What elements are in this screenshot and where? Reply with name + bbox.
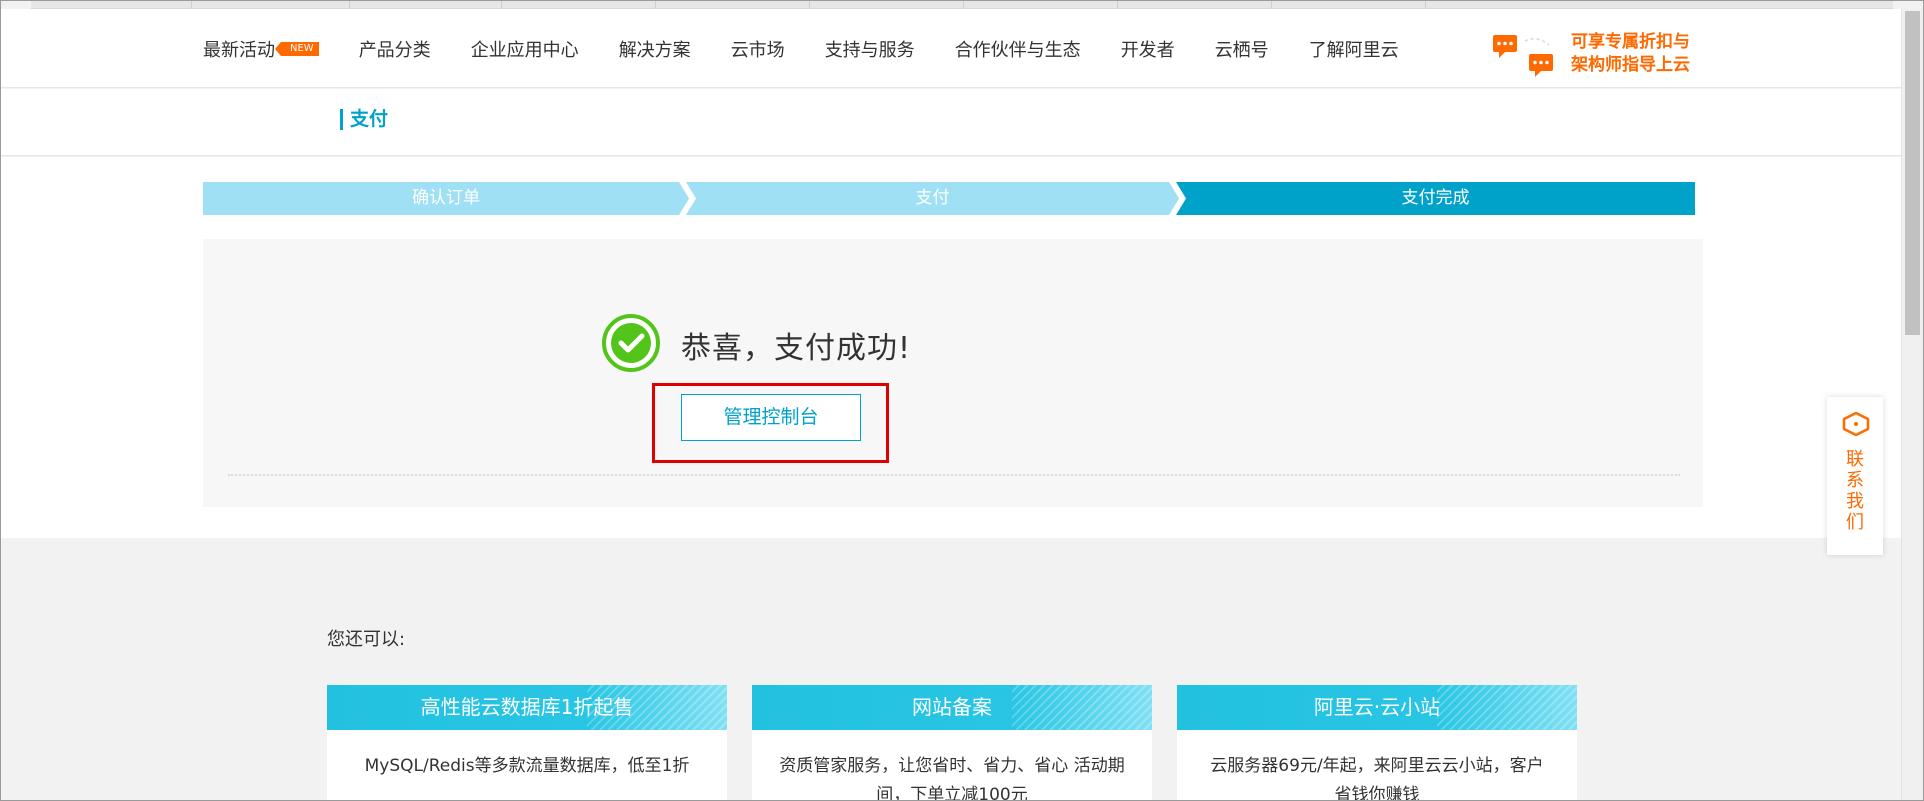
site-header: 最新活动 NEW 产品分类 企业应用中心 解决方案 云市场 支持与服务 合作伙伴… bbox=[1, 9, 1901, 88]
recommend-card-database[interactable]: 高性能云数据库1折起售 MySQL/Redis等多款流量数据库，低至1折 bbox=[327, 685, 727, 800]
nav-item-enterprise-apps[interactable]: 企业应用中心 bbox=[471, 36, 579, 62]
nav-item-yunqi[interactable]: 云栖号 bbox=[1215, 36, 1269, 62]
dotted-divider bbox=[228, 474, 1680, 476]
recommend-card-yunxiaozhan[interactable]: 阿里云·云小站 云服务器69元/年起，来阿里云云小站，客户省钱你赚钱 bbox=[1177, 685, 1577, 801]
card-description: 资质管家服务，让您省时、省力、省心 活动期间，下单立减100元 bbox=[779, 756, 1125, 801]
new-badge: NEW bbox=[275, 41, 319, 56]
nav-item-label: 云市场 bbox=[730, 39, 785, 61]
nav-item-products[interactable]: 产品分类 bbox=[359, 36, 431, 62]
success-message: 恭喜，支付成功! bbox=[681, 331, 912, 366]
nav-item-label: 解决方案 bbox=[618, 39, 691, 61]
nav-item-label: 了解阿里云 bbox=[1308, 39, 1399, 61]
nav-item-label: 开发者 bbox=[1120, 39, 1175, 61]
contact-us-float[interactable]: 联系我们 bbox=[1827, 397, 1883, 555]
card-title: 高性能云数据库1折起售 bbox=[327, 685, 727, 730]
nav-item-cloud-market[interactable]: 云市场 bbox=[731, 36, 785, 62]
success-check-icon bbox=[602, 314, 660, 372]
page-title: 支付 bbox=[340, 109, 388, 130]
nav-item-about[interactable]: 了解阿里云 bbox=[1309, 36, 1399, 62]
step-pay: 支付 bbox=[686, 182, 1179, 215]
nav-item-label: 支持与服务 bbox=[824, 39, 915, 61]
nav-item-label: 企业应用中心 bbox=[470, 39, 579, 61]
promo-line-1: 可享专属折扣与 bbox=[1571, 32, 1690, 52]
step-divider-icon bbox=[681, 182, 693, 215]
vertical-scrollbar[interactable] bbox=[1901, 9, 1923, 800]
card-title: 阿里云·云小站 bbox=[1177, 685, 1577, 730]
chat-bubbles-icon bbox=[1491, 31, 1571, 77]
step-divider-icon bbox=[1171, 182, 1183, 215]
step-confirm-order: 确认订单 bbox=[203, 182, 689, 215]
nav-item-label: 产品分类 bbox=[358, 39, 431, 61]
recommend-card-icp-filing[interactable]: 网站备案 资质管家服务，让您省时、省力、省心 活动期间，下单立减100元 bbox=[752, 685, 1152, 801]
manage-console-button[interactable]: 管理控制台 bbox=[681, 394, 861, 441]
nav-item-latest-activity[interactable]: 最新活动 NEW bbox=[203, 36, 319, 62]
success-panel: 恭喜，支付成功! 管理控制台 bbox=[203, 239, 1703, 507]
nav-item-solutions[interactable]: 解决方案 bbox=[619, 36, 691, 62]
nav-item-developers[interactable]: 开发者 bbox=[1121, 36, 1175, 62]
nav-item-label: 最新活动 bbox=[203, 39, 275, 61]
contact-icon bbox=[1842, 411, 1870, 437]
nav-item-label: 合作伙伴与生态 bbox=[954, 39, 1081, 61]
promo-line-2: 架构师指导上云 bbox=[1571, 55, 1690, 75]
recommend-label: 您还可以: bbox=[327, 629, 406, 650]
nav-item-support[interactable]: 支持与服务 bbox=[825, 36, 915, 62]
scrollbar-thumb[interactable] bbox=[1905, 11, 1920, 335]
top-tab-strip bbox=[31, 1, 1893, 9]
contact-label: 联系我们 bbox=[1846, 449, 1864, 533]
nav-item-label: 云栖号 bbox=[1214, 39, 1269, 61]
card-description: MySQL/Redis等多款流量数据库，低至1折 bbox=[364, 756, 690, 776]
payment-result-section: 确认订单 支付 支付完成 恭喜，支付成功! 管理控制台 bbox=[1, 157, 1901, 538]
main-nav: 最新活动 NEW 产品分类 企业应用中心 解决方案 云市场 支持与服务 合作伙伴… bbox=[203, 9, 1439, 88]
promo-text: 可享专属折扣与 架构师指导上云 bbox=[1571, 31, 1690, 77]
nav-item-partners[interactable]: 合作伙伴与生态 bbox=[955, 36, 1081, 62]
card-description: 云服务器69元/年起，来阿里云云小站，客户省钱你赚钱 bbox=[1210, 756, 1544, 801]
recommend-section: 您还可以: 高性能云数据库1折起售 MySQL/Redis等多款流量数据库，低至… bbox=[1, 538, 1901, 801]
browser-frame: 最新活动 NEW 产品分类 企业应用中心 解决方案 云市场 支持与服务 合作伙伴… bbox=[0, 0, 1924, 801]
card-title: 网站备案 bbox=[752, 685, 1152, 730]
promo-consult-link[interactable]: 可享专属折扣与 架构师指导上云 bbox=[1491, 31, 1690, 77]
page-title-bar: 支付 bbox=[1, 89, 1901, 156]
step-pay-complete: 支付完成 bbox=[1176, 182, 1695, 215]
progress-steps: 确认订单 支付 支付完成 bbox=[203, 182, 1695, 215]
